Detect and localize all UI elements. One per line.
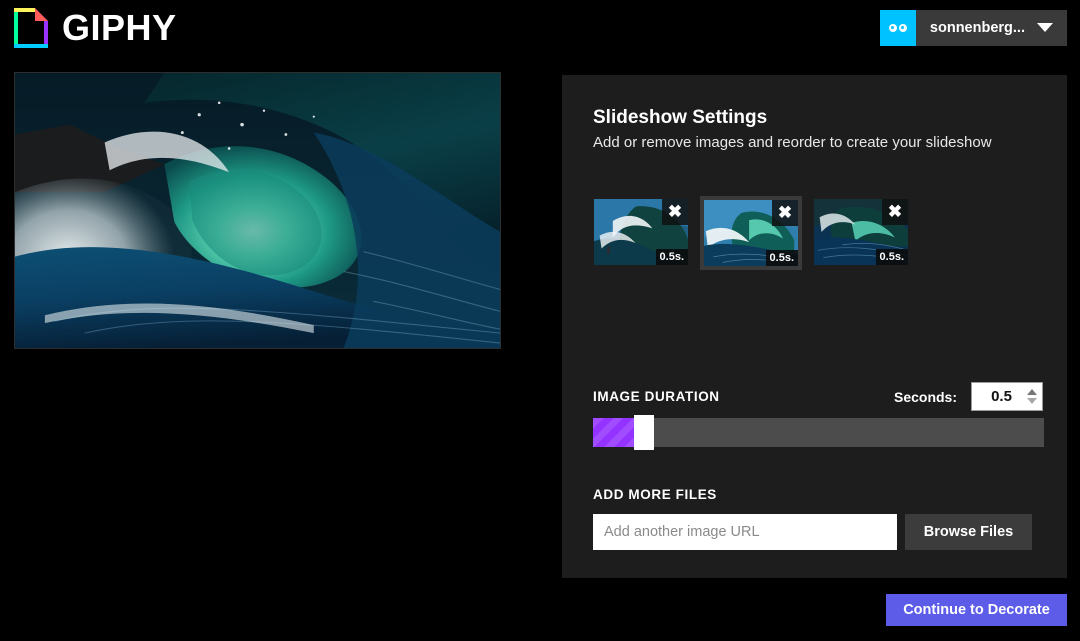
- account-username: sonnenberg...: [929, 19, 1025, 36]
- close-icon[interactable]: ✖: [662, 199, 688, 225]
- stepper-arrows: [1025, 389, 1042, 404]
- image-url-input[interactable]: [593, 514, 897, 550]
- close-icon[interactable]: ✖: [772, 200, 798, 226]
- triangle-up-icon[interactable]: [1026, 389, 1037, 395]
- thumbnail-item[interactable]: ✖ 0.5s.: [700, 196, 802, 270]
- seconds-value[interactable]: 0.5: [972, 388, 1025, 405]
- thumbnail-strip: ✖ 0.5s. ✖ 0.5s. ✖ 0.5s.: [591, 196, 911, 270]
- thumbnail-item[interactable]: ✖ 0.5s.: [591, 196, 691, 268]
- preview-image: [14, 72, 501, 349]
- triangle-down-icon[interactable]: [1026, 398, 1037, 404]
- slider-handle[interactable]: [633, 415, 654, 450]
- close-icon[interactable]: ✖: [882, 199, 908, 225]
- brand[interactable]: GIPHY: [0, 6, 177, 48]
- goggles-avatar-icon: [879, 9, 916, 46]
- slideshow-settings-panel: Slideshow Settings Add or remove images …: [562, 75, 1067, 578]
- brand-name: GIPHY: [62, 6, 177, 48]
- panel-subtitle: Add or remove images and reorder to crea…: [593, 134, 992, 151]
- seconds-stepper[interactable]: 0.5: [971, 382, 1043, 411]
- wave-illustration: [15, 73, 500, 348]
- thumbnail-duration: 0.5s.: [655, 248, 688, 265]
- app-header: GIPHY sonnenberg...: [0, 0, 1080, 55]
- thumbnail-duration: 0.5s.: [875, 248, 908, 265]
- image-duration-label: IMAGE DURATION: [593, 389, 720, 404]
- thumbnail-duration: 0.5s.: [765, 249, 798, 266]
- duration-slider[interactable]: [593, 415, 1044, 450]
- thumbnail-item[interactable]: ✖ 0.5s.: [811, 196, 911, 268]
- continue-to-decorate-button[interactable]: Continue to Decorate: [886, 594, 1067, 626]
- panel-title: Slideshow Settings: [593, 107, 768, 128]
- add-more-files-label: ADD MORE FILES: [593, 487, 717, 502]
- giphy-slideshow-app: GIPHY sonnenberg... Slideshow Settings A…: [0, 0, 1080, 641]
- giphy-logo-icon: [14, 7, 48, 48]
- chevron-down-icon[interactable]: [1037, 23, 1053, 32]
- slider-fill: [593, 418, 634, 447]
- add-more-files-row: Browse Files: [593, 514, 1032, 550]
- seconds-control: Seconds: 0.5: [894, 382, 1043, 411]
- image-duration-row: IMAGE DURATION Seconds: 0.5: [593, 382, 1043, 411]
- browse-files-button[interactable]: Browse Files: [905, 514, 1032, 550]
- seconds-label: Seconds:: [893, 388, 957, 405]
- account-menu[interactable]: sonnenberg...: [879, 9, 1067, 46]
